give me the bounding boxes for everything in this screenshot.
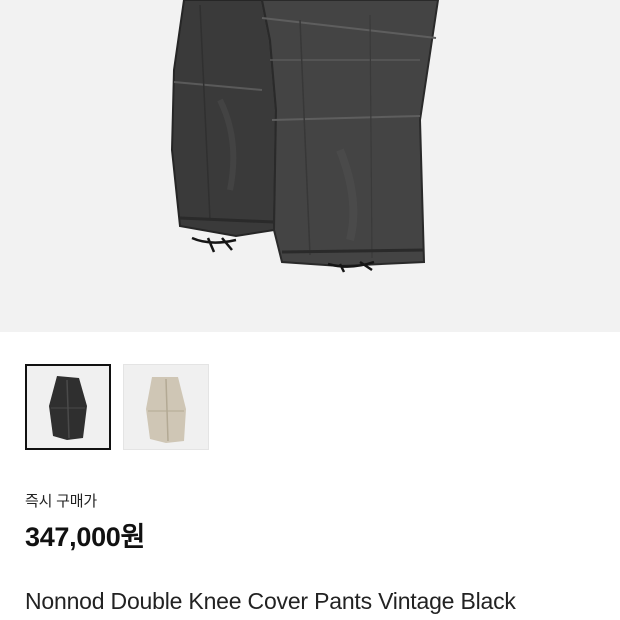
thumbnail-black[interactable]	[25, 364, 111, 450]
thumbnail-list	[25, 364, 209, 450]
instant-buy-price-label: 즉시 구매가	[25, 493, 97, 510]
product-price: 347,000원	[25, 522, 146, 552]
product-title: Nonnod Double Knee Cover Pants Vintage B…	[25, 588, 516, 614]
pants-photo-graphic	[170, 0, 440, 273]
product-detail-page: 즉시 구매가 347,000원 Nonnod Double Knee Cover…	[0, 0, 620, 620]
thumbnail-beige[interactable]	[123, 364, 209, 450]
beige-pants-thumb-graphic	[146, 377, 186, 443]
product-hero-image[interactable]	[0, 0, 620, 332]
black-pants-thumb-graphic	[49, 376, 87, 440]
